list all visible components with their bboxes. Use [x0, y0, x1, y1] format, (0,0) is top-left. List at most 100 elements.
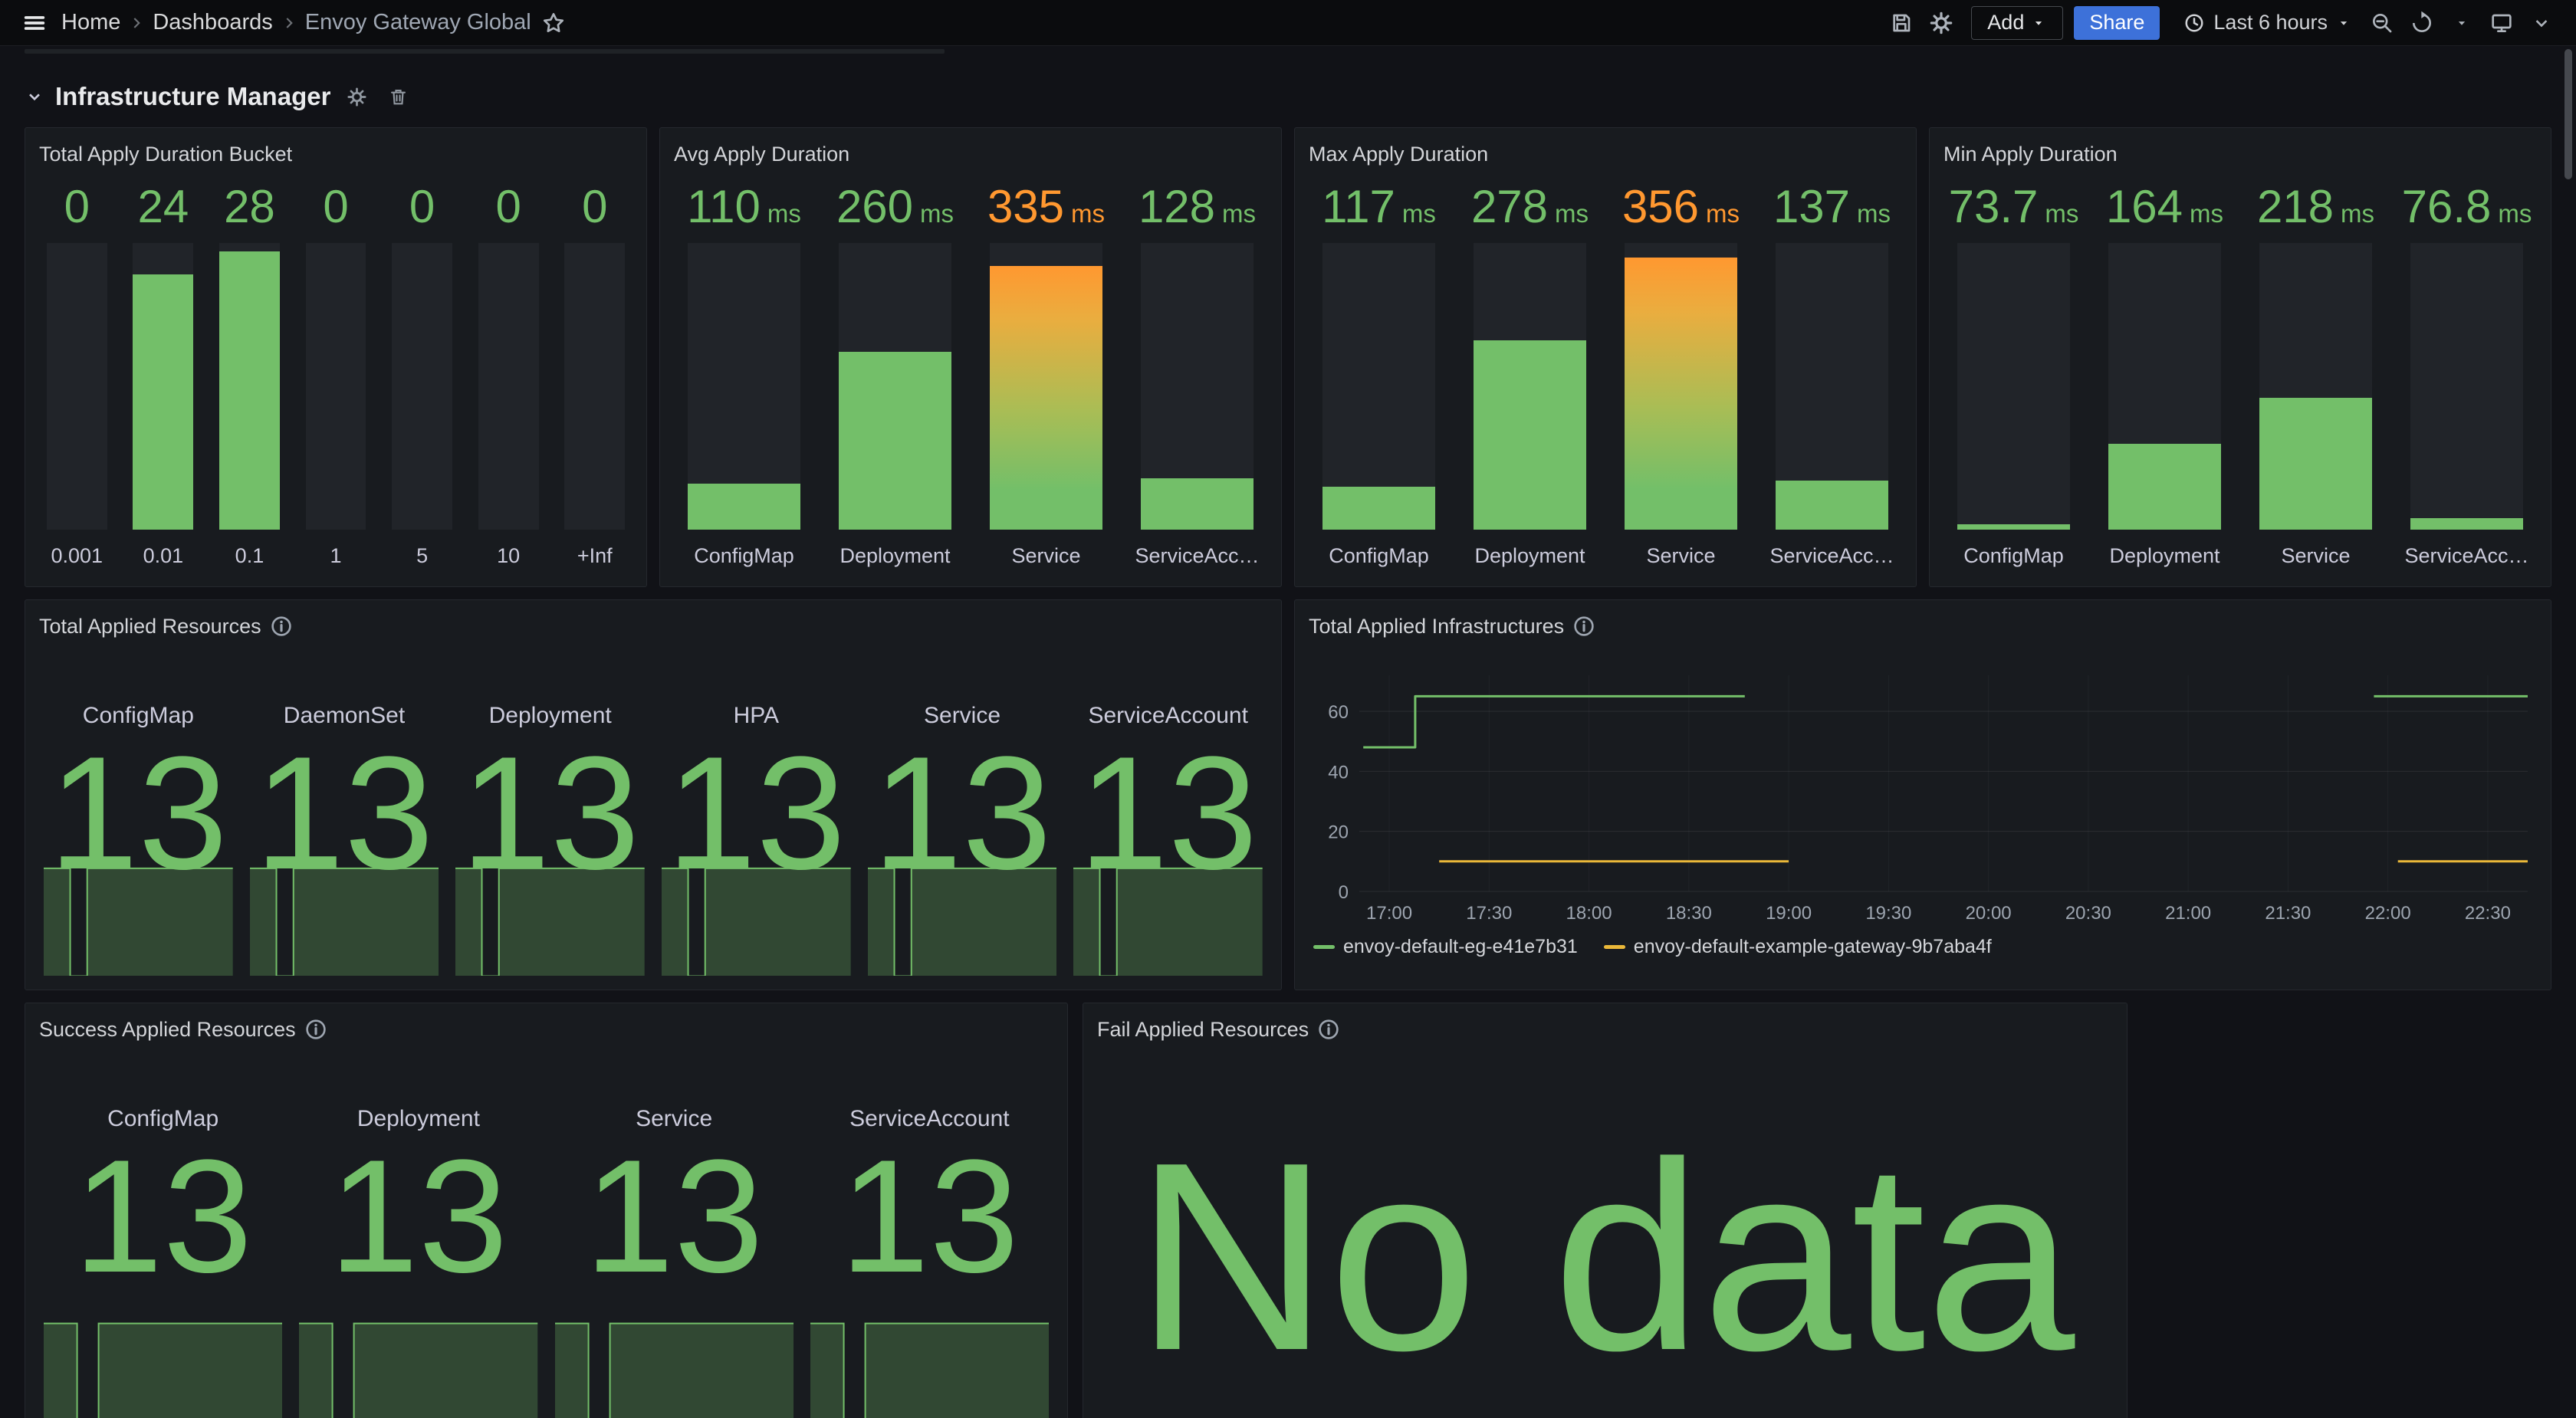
- star-icon[interactable]: [536, 5, 571, 41]
- stat-value: 13: [255, 752, 434, 875]
- bar-value: 335ms: [987, 169, 1105, 235]
- svg-text:18:00: 18:00: [1566, 903, 1612, 924]
- stat-group: ConfigMap13DaemonSet13Deployment13HPA13S…: [39, 642, 1267, 976]
- panel-title[interactable]: Avg Apply Duration: [674, 139, 1267, 169]
- refresh-interval-caret-icon[interactable]: [2444, 5, 2479, 41]
- stat-service: Service13: [863, 642, 1062, 976]
- settings-gear-icon[interactable]: [1924, 5, 1959, 41]
- svg-text:20:30: 20:30: [2065, 903, 2111, 924]
- bar-label: 10: [497, 539, 520, 573]
- tv-monitor-icon[interactable]: [2484, 5, 2519, 41]
- chevron-down-icon[interactable]: [2524, 5, 2559, 41]
- info-icon[interactable]: [305, 1019, 327, 1040]
- bar-value: 128ms: [1138, 169, 1256, 235]
- legend-item[interactable]: envoy-default-example-gateway-9b7aba4f: [1604, 936, 1992, 958]
- chevron-right-icon: [127, 13, 146, 33]
- bar-value: 0: [409, 169, 435, 235]
- scrollbar[interactable]: [2564, 49, 2572, 179]
- stat-daemonset: DaemonSet13: [245, 642, 444, 976]
- bar-track: [478, 243, 539, 530]
- bar-label: Service: [1011, 539, 1080, 573]
- panel-fail-applied-resources: Fail Applied Resources No data: [1083, 1003, 2128, 1418]
- time-range-picker[interactable]: Last 6 hours: [2175, 6, 2360, 40]
- caret-down-icon: [2030, 15, 2047, 31]
- bar-gauge-column: 128ms ServiceAcc…: [1127, 169, 1267, 573]
- info-icon[interactable]: [1573, 615, 1595, 637]
- stat-serviceaccount: ServiceAccount13: [1069, 642, 1267, 976]
- panel-title-text: Total Applied Infrastructures: [1309, 615, 1564, 638]
- bar-track: [1957, 243, 2069, 530]
- panel-max-apply-duration: Max Apply Duration 117msConfigMap278msDe…: [1294, 127, 1917, 587]
- share-button[interactable]: Share: [2074, 6, 2160, 40]
- svg-text:17:00: 17:00: [1366, 903, 1412, 924]
- bar-gauge-column: 00.001: [39, 169, 115, 573]
- panel-avg-apply-duration: Avg Apply Duration 110msConfigMap260msDe…: [659, 127, 1282, 587]
- bar-gauge-column: 137msServiceAcc…: [1762, 169, 1902, 573]
- breadcrumb-dashboards[interactable]: Dashboards: [153, 10, 272, 35]
- menu-icon[interactable]: [17, 5, 52, 41]
- time-series-plot[interactable]: 17:0017:3018:0018:3019:0019:3020:0020:30…: [1309, 661, 2535, 930]
- bar-track: [564, 243, 625, 530]
- bar-track: [2410, 243, 2522, 530]
- svg-text:60: 60: [1328, 702, 1349, 723]
- refresh-icon[interactable]: [2404, 5, 2440, 41]
- zoom-out-icon[interactable]: [2364, 5, 2400, 41]
- panel-title[interactable]: Max Apply Duration: [1309, 139, 1902, 169]
- bar-label: ConfigMap: [694, 539, 794, 573]
- panel-row-3: Success Applied Resources ConfigMap13Dep…: [25, 1003, 2551, 1418]
- breadcrumb-home[interactable]: Home: [61, 10, 120, 35]
- bar-value: 0: [323, 169, 348, 235]
- no-data-text: No data: [1083, 1045, 2127, 1418]
- stat-group: ConfigMap13Deployment13Service13ServiceA…: [39, 1045, 1053, 1418]
- info-icon[interactable]: [1318, 1019, 1339, 1040]
- save-icon[interactable]: [1884, 5, 1919, 41]
- panel-title-text: Total Applied Resources: [39, 615, 261, 638]
- bar-track: [1322, 243, 1434, 530]
- bar-gauge-column: 117msConfigMap: [1309, 169, 1449, 573]
- row-infrastructure-manager-header: Infrastructure Manager: [25, 80, 2551, 113]
- stat-value: 13: [584, 1155, 764, 1278]
- stat-serviceaccount: ServiceAccount13: [806, 1045, 1053, 1418]
- trash-icon[interactable]: [383, 81, 413, 112]
- top-nav: Home Dashboards Envoy Gateway Global Add…: [0, 0, 2576, 46]
- panel-title[interactable]: Fail Applied Resources: [1097, 1014, 2113, 1045]
- bar-label: Deployment: [2109, 539, 2220, 573]
- bar-gauge-column: 01: [298, 169, 374, 573]
- panel-row-2: Total Applied Resources ConfigMap13Daemo…: [25, 599, 2551, 990]
- share-button-label: Share: [2089, 11, 2144, 34]
- bar-label: ServiceAcc…: [1135, 539, 1259, 573]
- stat-value: 13: [1079, 752, 1258, 875]
- bar-gauge-column: 73.7msConfigMap: [1944, 169, 2084, 573]
- legend-item[interactable]: envoy-default-eg-e41e7b31: [1313, 936, 1578, 958]
- section-gear-icon[interactable]: [341, 81, 372, 112]
- stat-value: 13: [872, 752, 1052, 875]
- bar-value: 218ms: [2257, 169, 2374, 235]
- stat-value: 13: [74, 1155, 253, 1278]
- bar-track: [392, 243, 452, 530]
- bar-value: 76.8ms: [2402, 169, 2532, 235]
- panel-title[interactable]: Total Applied Resources: [39, 611, 1267, 642]
- stat-deployment: Deployment13: [294, 1045, 542, 1418]
- bar-gauge-column: 240.01: [126, 169, 202, 573]
- section-title[interactable]: Infrastructure Manager: [55, 82, 330, 111]
- bar-label: +Inf: [577, 539, 613, 573]
- bar-label: Service: [2281, 539, 2350, 573]
- panel-title[interactable]: Success Applied Resources: [39, 1014, 1053, 1045]
- panel-title[interactable]: Total Applied Infrastructures: [1309, 611, 2537, 642]
- svg-text:17:30: 17:30: [1466, 903, 1512, 924]
- add-button[interactable]: Add: [1971, 6, 2063, 40]
- bar-value: 117ms: [1322, 169, 1436, 235]
- svg-text:19:30: 19:30: [1865, 903, 1911, 924]
- bar-track: [2108, 243, 2220, 530]
- svg-text:22:30: 22:30: [2465, 903, 2511, 924]
- bar-label: 0.1: [235, 539, 264, 573]
- breadcrumb: Home Dashboards Envoy Gateway Global: [61, 10, 531, 35]
- svg-text:22:00: 22:00: [2365, 903, 2411, 924]
- bar-value: 0: [495, 169, 521, 235]
- panel-title[interactable]: Min Apply Duration: [1944, 139, 2537, 169]
- bar-gauge-column: 76.8msServiceAcc…: [2397, 169, 2537, 573]
- info-icon[interactable]: [271, 615, 292, 637]
- section-chevron-down-icon[interactable]: [25, 87, 44, 107]
- panel-title[interactable]: Total Apply Duration Bucket: [39, 139, 632, 169]
- svg-text:21:30: 21:30: [2265, 903, 2311, 924]
